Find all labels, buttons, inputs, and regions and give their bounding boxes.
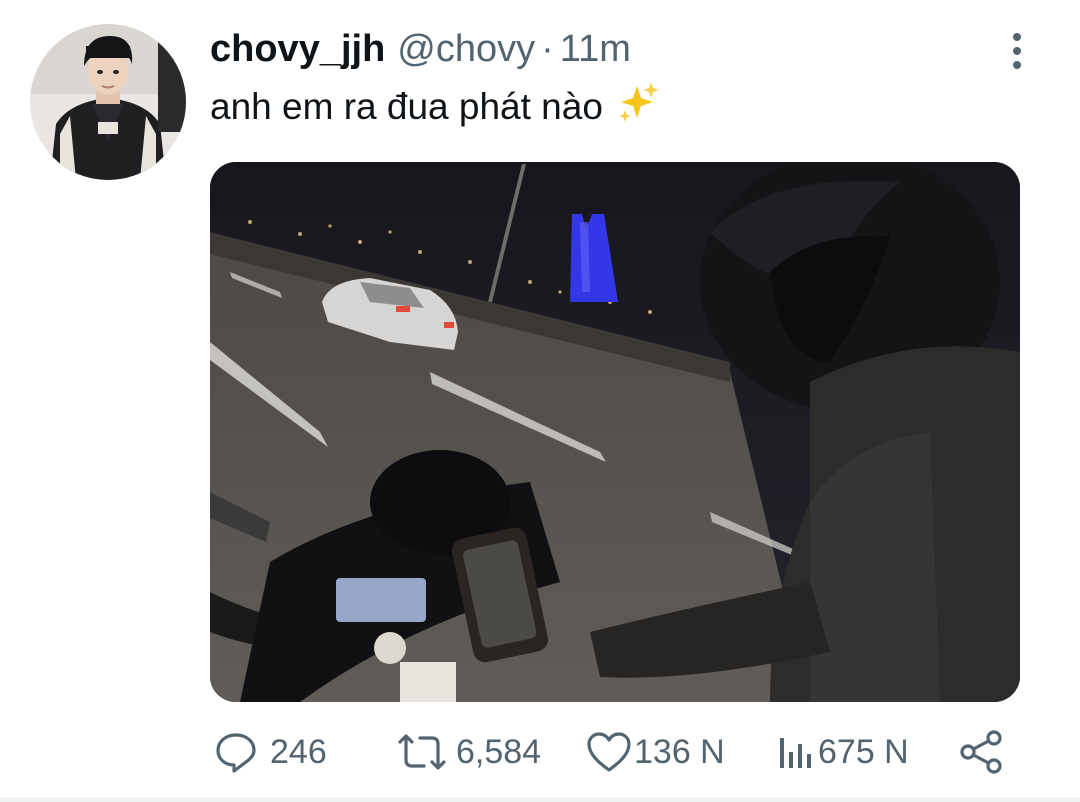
tweet-header: chovy_jjh @chovy · 11m	[210, 28, 631, 78]
tweet-media[interactable]	[210, 162, 1020, 702]
divider	[0, 797, 1080, 802]
tweet-text: anh em ra đua phát nào	[210, 80, 661, 138]
retweet-button[interactable]: 6,584	[396, 722, 541, 782]
action-bar: 246 6,584 136 N 675 N	[210, 722, 1020, 782]
tweet-text-content: anh em ra đua phát nào	[210, 85, 603, 127]
avatar-photo	[30, 24, 186, 180]
sparkles-icon	[615, 80, 661, 138]
views-icon	[780, 738, 811, 768]
user-handle[interactable]: @chovy	[397, 28, 535, 71]
like-count: 136 N	[634, 732, 725, 771]
views-count: 675 N	[818, 732, 909, 771]
retweet-count: 6,584	[456, 732, 542, 771]
share-icon	[960, 730, 1002, 774]
reply-icon	[216, 733, 256, 773]
separator: ·	[541, 28, 554, 70]
media-photo	[210, 162, 1020, 702]
like-icon	[587, 732, 631, 772]
share-button[interactable]	[958, 722, 1006, 782]
timestamp[interactable]: 11m	[560, 28, 631, 71]
display-name[interactable]: chovy_jjh	[210, 28, 385, 71]
reply-button[interactable]: 246	[214, 722, 327, 782]
like-button[interactable]: 136 N	[586, 722, 725, 782]
reply-count: 246	[270, 732, 327, 771]
more-vertical-icon[interactable]	[1000, 30, 1034, 72]
retweet-icon	[398, 734, 446, 770]
views-button[interactable]: 675 N	[776, 722, 909, 782]
avatar[interactable]	[30, 24, 186, 180]
